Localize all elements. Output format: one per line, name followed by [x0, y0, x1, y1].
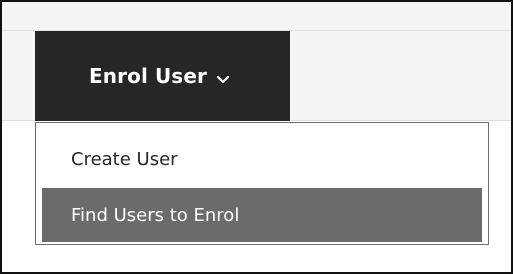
- create-user-label: Create User: [71, 148, 178, 170]
- enrol-user-dropdown-menu: Create User Find Users to Enrol: [35, 122, 489, 245]
- find-users-to-enrol-label: Find Users to Enrol: [71, 204, 240, 226]
- enrol-user-label: Enrol User: [89, 64, 207, 88]
- action-toolbar: Enrol User: [2, 2, 511, 121]
- create-user-menu-item[interactable]: Create User: [42, 133, 482, 185]
- find-users-to-enrol-menu-item[interactable]: Find Users to Enrol: [42, 188, 482, 242]
- screenshot-frame: Enrol User Create User Find Users to Enr…: [0, 0, 513, 274]
- chevron-down-icon: [216, 72, 230, 84]
- enrol-user-button[interactable]: Enrol User: [35, 31, 290, 121]
